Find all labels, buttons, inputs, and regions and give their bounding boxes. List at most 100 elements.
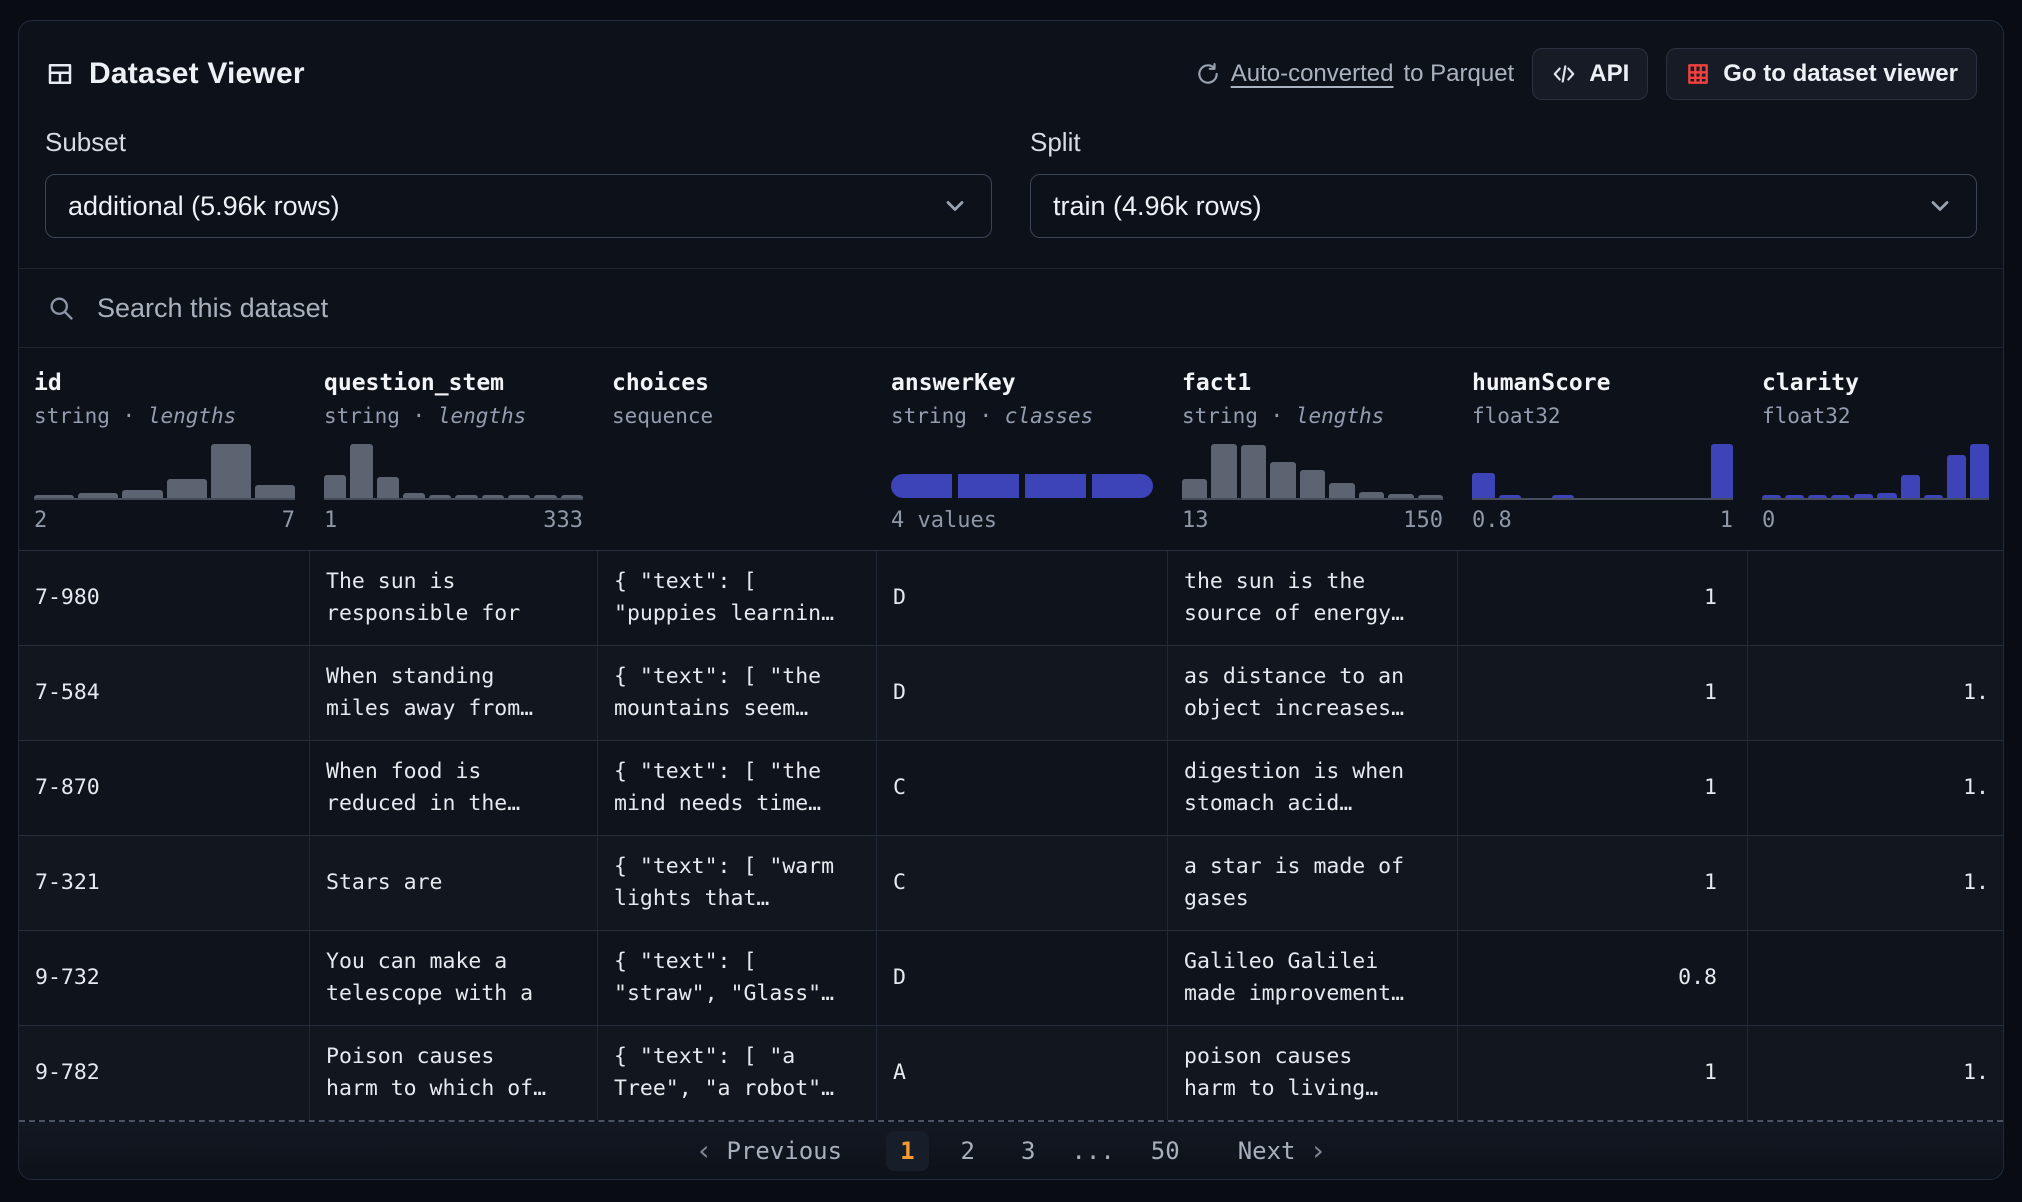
cell-choices[interactable]: { "text": [ "a Tree", "a robot"… xyxy=(597,1026,876,1120)
cell-id[interactable]: 9-782 xyxy=(19,1026,309,1120)
cell-answerKey[interactable]: D xyxy=(876,931,1167,1025)
cell-fact1[interactable]: a star is made of gases xyxy=(1167,836,1457,930)
cell-humanScore[interactable]: 0.8 xyxy=(1457,931,1747,1025)
cell-question_stem[interactable]: When food is reduced in the… xyxy=(309,741,597,835)
page-button-50[interactable]: 50 xyxy=(1137,1131,1194,1171)
auto-converted-note: Auto-converted to Parquet xyxy=(1195,60,1515,88)
page-button-3[interactable]: 3 xyxy=(1007,1131,1049,1171)
column-name: question_stem xyxy=(324,370,583,396)
cell-question_stem[interactable]: You can make a telescope with a xyxy=(309,931,597,1025)
column-type: float32 xyxy=(1762,404,1989,428)
cell-answerKey[interactable]: D xyxy=(876,646,1167,740)
search-input[interactable] xyxy=(97,293,1975,324)
column-histogram-clarity[interactable] xyxy=(1762,442,1989,500)
table-row[interactable]: 7-584When standing miles away from…{ "te… xyxy=(19,645,2003,740)
column-histogram-question_stem[interactable] xyxy=(324,442,583,500)
auto-converted-link[interactable]: Auto-converted xyxy=(1231,60,1394,88)
header-actions: Auto-converted to Parquet API Go to data… xyxy=(1195,48,1977,100)
subset-selected-value: additional (5.96k rows) xyxy=(68,191,340,222)
column-header-id: idstring · lengths27 xyxy=(19,348,309,550)
column-type: string · lengths xyxy=(34,404,295,428)
cell-choices[interactable]: { "text": [ "the mountains seem… xyxy=(597,646,876,740)
cell-clarity[interactable]: 1. xyxy=(1747,836,2003,930)
refresh-icon xyxy=(1195,61,1221,87)
cell-question_stem[interactable]: Poison causes harm to which of… xyxy=(309,1026,597,1120)
column-histogram-fact1[interactable] xyxy=(1182,442,1443,500)
cell-choices[interactable]: { "text": [ "the mind needs time… xyxy=(597,741,876,835)
cell-answerKey[interactable]: A xyxy=(876,1026,1167,1120)
histogram-labels: 0 xyxy=(1762,508,1989,533)
cell-fact1[interactable]: as distance to an object increases… xyxy=(1167,646,1457,740)
column-header-answerKey: answerKey string · classes 4 values xyxy=(876,348,1167,550)
previous-button[interactable]: ‹ Previous xyxy=(696,1134,842,1167)
histogram-labels: 0.81 xyxy=(1472,508,1733,533)
cell-humanScore[interactable]: 1 xyxy=(1457,1026,1747,1120)
table-row[interactable]: 7-321Stars are{ "text": [ "warm lights t… xyxy=(19,835,2003,930)
cell-id[interactable]: 9-732 xyxy=(19,931,309,1025)
page-numbers: 123... 50 xyxy=(886,1131,1194,1171)
page-title-wrap: Dataset Viewer xyxy=(45,57,305,91)
cell-choices[interactable]: { "text": [ "warm lights that… xyxy=(597,836,876,930)
column-name: fact1 xyxy=(1182,370,1443,396)
cell-id[interactable]: 7-584 xyxy=(19,646,309,740)
split-label: Split xyxy=(1030,127,1977,158)
cell-fact1[interactable]: Galileo Galilei made improvement… xyxy=(1167,931,1457,1025)
column-name: answerKey xyxy=(891,370,1153,396)
split-select[interactable]: train (4.96k rows) xyxy=(1030,174,1977,238)
table-row[interactable]: 7-870When food is reduced in the…{ "text… xyxy=(19,740,2003,835)
cell-humanScore[interactable]: 1 xyxy=(1457,741,1747,835)
histogram-labels: 27 xyxy=(34,508,295,533)
table-row[interactable]: 9-782Poison causes harm to which of…{ "t… xyxy=(19,1025,2003,1120)
cell-fact1[interactable]: the sun is the source of energy… xyxy=(1167,551,1457,645)
cell-humanScore[interactable]: 1 xyxy=(1457,551,1747,645)
column-header-clarity: clarityfloat320 xyxy=(1747,348,2003,550)
column-histogram-id[interactable] xyxy=(34,442,295,500)
page-ellipsis: ... xyxy=(1067,1131,1118,1171)
cell-id[interactable]: 7-321 xyxy=(19,836,309,930)
cell-clarity[interactable] xyxy=(1747,931,2003,1025)
previous-label: Previous xyxy=(726,1137,842,1165)
cell-choices[interactable]: { "text": [ "puppies learnin… xyxy=(597,551,876,645)
api-button-label: API xyxy=(1589,60,1629,88)
subset-select[interactable]: additional (5.96k rows) xyxy=(45,174,992,238)
table-row[interactable]: 9-732You can make a telescope with a{ "t… xyxy=(19,930,2003,1025)
column-histogram-choices xyxy=(612,442,862,500)
next-button[interactable]: Next › xyxy=(1238,1134,1327,1167)
page-button-1[interactable]: 1 xyxy=(886,1131,928,1171)
page-title: Dataset Viewer xyxy=(89,57,305,91)
column-histogram-humanScore[interactable] xyxy=(1472,442,1733,500)
cell-clarity[interactable]: 1. xyxy=(1747,741,2003,835)
column-type: float32 xyxy=(1472,404,1733,428)
histogram-labels: 4 values xyxy=(891,508,1153,533)
cell-fact1[interactable]: digestion is when stomach acid… xyxy=(1167,741,1457,835)
cell-id[interactable]: 7-870 xyxy=(19,741,309,835)
cell-question_stem[interactable]: Stars are xyxy=(309,836,597,930)
split-selected-value: train (4.96k rows) xyxy=(1053,191,1262,222)
cell-question_stem[interactable]: The sun is responsible for xyxy=(309,551,597,645)
column-type: string · classes xyxy=(891,404,1153,428)
goto-button-label: Go to dataset viewer xyxy=(1723,60,1958,88)
cell-answerKey[interactable]: C xyxy=(876,741,1167,835)
cell-id[interactable]: 7-980 xyxy=(19,551,309,645)
cell-humanScore[interactable]: 1 xyxy=(1457,836,1747,930)
chevron-left-icon: ‹ xyxy=(696,1134,713,1167)
api-button[interactable]: API xyxy=(1532,48,1648,100)
table-row[interactable]: 7-980The sun is responsible for{ "text":… xyxy=(19,550,2003,645)
table-header: idstring · lengths27question_stemstring … xyxy=(19,348,2003,550)
auto-converted-rest: to Parquet xyxy=(1403,60,1514,88)
cell-clarity[interactable]: 1. xyxy=(1747,1026,2003,1120)
cell-humanScore[interactable]: 1 xyxy=(1457,646,1747,740)
cell-fact1[interactable]: poison causes harm to living… xyxy=(1167,1026,1457,1120)
column-header-choices: choicessequence xyxy=(597,348,876,550)
goto-dataset-viewer-button[interactable]: Go to dataset viewer xyxy=(1666,48,1977,100)
page-button-2[interactable]: 2 xyxy=(947,1131,989,1171)
cell-clarity[interactable] xyxy=(1747,551,2003,645)
cell-clarity[interactable]: 1. xyxy=(1747,646,2003,740)
cell-choices[interactable]: { "text": [ "straw", "Glass"… xyxy=(597,931,876,1025)
column-type: string · lengths xyxy=(324,404,583,428)
subset-label: Subset xyxy=(45,127,992,158)
column-histogram-answerKey[interactable] xyxy=(891,442,1153,500)
cell-answerKey[interactable]: D xyxy=(876,551,1167,645)
cell-question_stem[interactable]: When standing miles away from… xyxy=(309,646,597,740)
cell-answerKey[interactable]: C xyxy=(876,836,1167,930)
